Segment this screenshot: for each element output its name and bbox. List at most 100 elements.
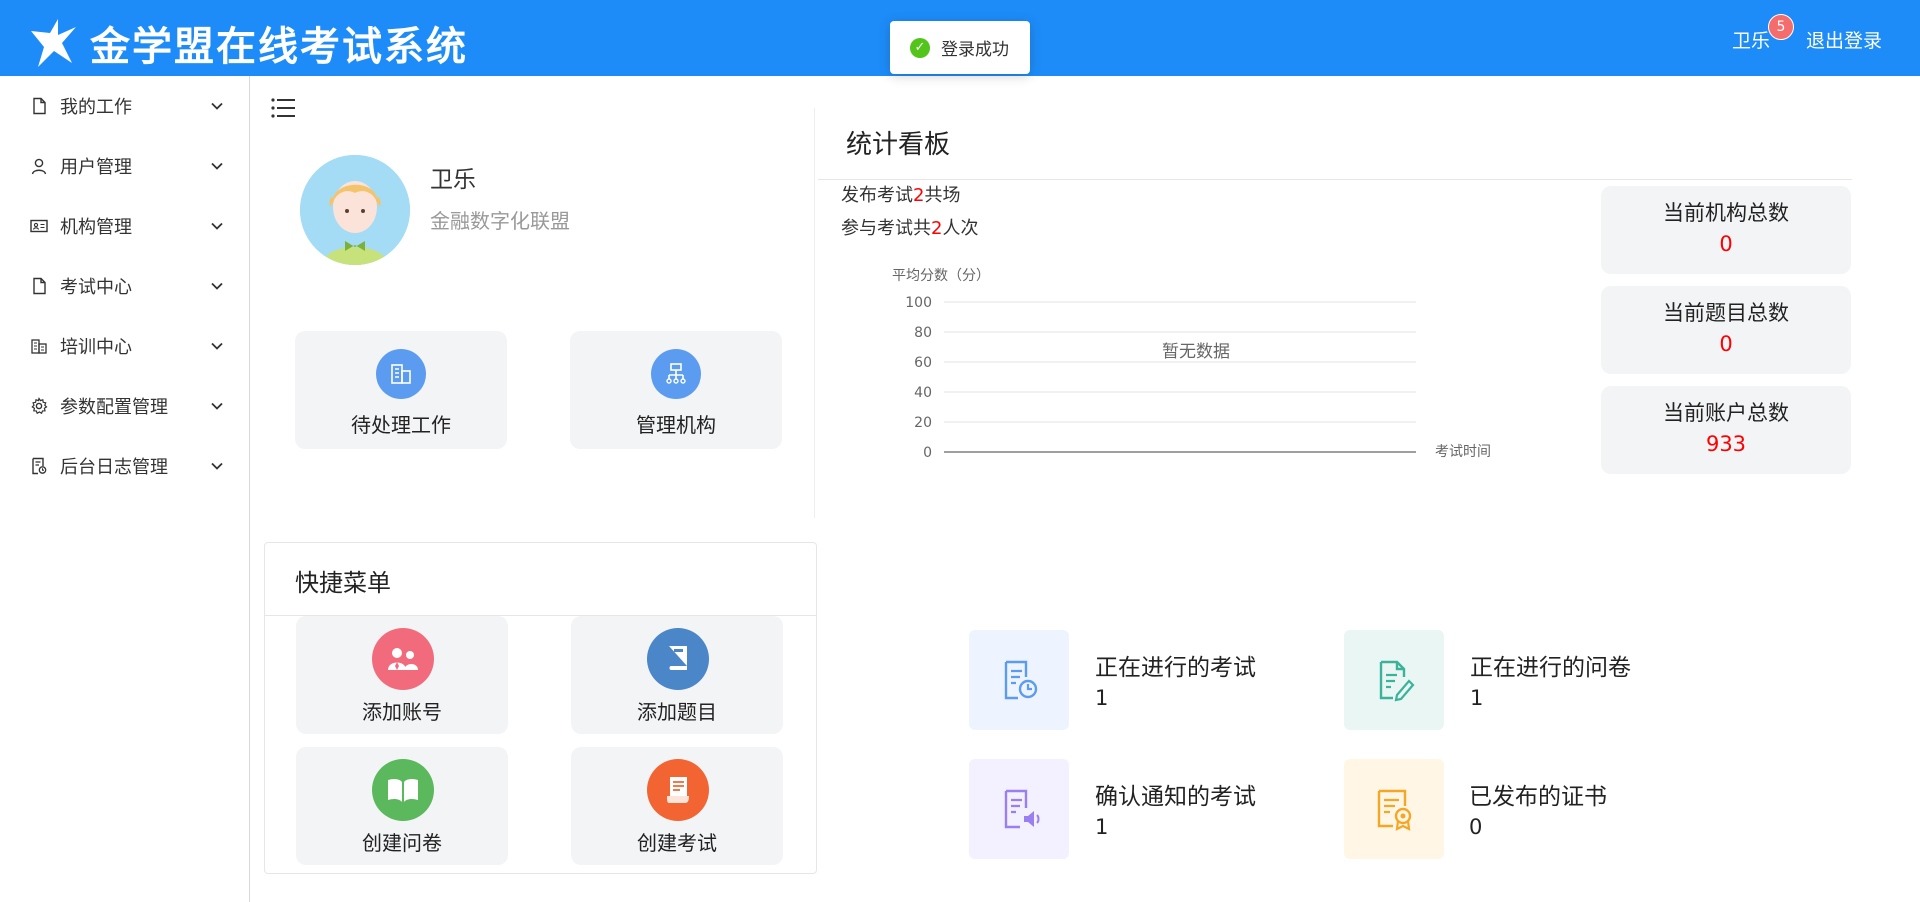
org-count-card: 当前机构总数 0 bbox=[1601, 186, 1851, 274]
user-area: 卫乐 5 退出登录 bbox=[1731, 14, 1882, 53]
check-circle-icon: ✓ bbox=[910, 37, 930, 58]
file-icon bbox=[33, 97, 46, 115]
chart-y-tick-label: 60 bbox=[914, 355, 932, 371]
sidebar-item-label: 参数配置管理 bbox=[60, 397, 168, 418]
stat-count: 2 bbox=[913, 185, 925, 206]
quick-menu-card: 快捷菜单 添加账号 添加题目 创建问卷 创建考试 bbox=[264, 542, 817, 874]
sidebar-item-org-management[interactable]: 机构管理 bbox=[0, 196, 250, 256]
logout-button[interactable]: 退出登录 bbox=[1806, 26, 1882, 53]
create-survey-button[interactable]: 创建问卷 bbox=[296, 747, 508, 865]
confirmed-exam-box[interactable] bbox=[969, 759, 1069, 859]
sidebar-item-my-work[interactable]: 我的工作 bbox=[0, 76, 250, 136]
stat-suffix: 人次 bbox=[942, 218, 979, 239]
user-icon bbox=[31, 158, 47, 175]
star-logo-icon bbox=[31, 19, 76, 67]
exam-clock-icon bbox=[1004, 660, 1038, 700]
stat-prefix: 发布考试 bbox=[841, 185, 913, 206]
status-value: 1 bbox=[1470, 686, 1484, 710]
add-question-button[interactable]: 添加题目 bbox=[571, 616, 783, 734]
pending-work-tile[interactable]: 待处理工作 bbox=[295, 331, 507, 449]
shortcut-label: 添加题目 bbox=[637, 700, 717, 724]
tile-label: 管理机构 bbox=[636, 413, 716, 437]
tile-label: 待处理工作 bbox=[351, 413, 451, 437]
add-account-button[interactable]: 添加账号 bbox=[296, 616, 508, 734]
gear-icon bbox=[31, 397, 48, 415]
account-count-card: 当前账户总数 933 bbox=[1601, 386, 1851, 474]
file-icon bbox=[33, 277, 46, 295]
profile-name: 卫乐 bbox=[430, 167, 476, 193]
chevron-down-icon bbox=[211, 282, 223, 290]
app-title: 金学盟在线考试系统 bbox=[90, 24, 468, 70]
chart-x-axis-label: 考试时间 bbox=[1435, 444, 1491, 460]
status-value: 0 bbox=[1469, 815, 1483, 839]
stat-prefix: 参与考试共 bbox=[841, 218, 931, 239]
shortcut-label: 创建考试 bbox=[637, 831, 717, 855]
chart-y-tick-label: 0 bbox=[923, 445, 932, 461]
certificate-icon bbox=[1377, 789, 1412, 831]
question-count-card: 当前题目总数 0 bbox=[1601, 286, 1851, 374]
sidebar-item-config-management[interactable]: 参数配置管理 bbox=[0, 376, 250, 436]
notification-badge: 5 bbox=[1767, 14, 1794, 40]
building-icon bbox=[31, 339, 47, 354]
manage-org-tile[interactable]: 管理机构 bbox=[570, 331, 782, 449]
shortcut-label: 添加账号 bbox=[362, 700, 442, 724]
published-certificate-box[interactable] bbox=[1344, 759, 1444, 859]
menu-toggle-icon[interactable] bbox=[271, 97, 295, 119]
chevron-down-icon bbox=[211, 462, 223, 470]
book-icon bbox=[647, 628, 709, 690]
sidebar-item-label: 机构管理 bbox=[60, 217, 132, 238]
scroll-icon bbox=[647, 759, 709, 821]
log-file-icon bbox=[32, 457, 47, 475]
chevron-down-icon bbox=[211, 162, 223, 170]
status-label: 已发布的证书 bbox=[1469, 784, 1607, 810]
stats-title: 统计看板 bbox=[846, 130, 951, 160]
sidebar-item-label: 用户管理 bbox=[60, 157, 132, 178]
sidebar-item-log-management[interactable]: 后台日志管理 bbox=[0, 436, 250, 496]
chart-y-tick-label: 40 bbox=[914, 385, 932, 401]
divider bbox=[818, 179, 1852, 180]
org-tree-icon bbox=[651, 349, 701, 399]
chart-y-axis-label: 平均分数（分） bbox=[892, 268, 990, 284]
ongoing-survey-box[interactable] bbox=[1344, 630, 1444, 730]
id-card-icon bbox=[30, 219, 48, 233]
app-logo[interactable]: 金学盟在线考试系统 bbox=[28, 14, 468, 72]
chart-y-tick-label: 100 bbox=[905, 295, 932, 311]
sidebar-item-label: 我的工作 bbox=[60, 97, 132, 118]
create-exam-button[interactable]: 创建考试 bbox=[571, 747, 783, 865]
sidebar-item-label: 考试中心 bbox=[60, 277, 132, 298]
user-name: 卫乐 bbox=[1731, 30, 1770, 52]
status-label: 正在进行的问卷 bbox=[1470, 655, 1631, 681]
chart-empty-text: 暂无数据 bbox=[1162, 342, 1230, 362]
user-name-link[interactable]: 卫乐 5 bbox=[1731, 14, 1794, 53]
avatar-illustration-icon bbox=[300, 155, 410, 265]
sidebar-item-label: 后台日志管理 bbox=[60, 457, 168, 478]
sidebar: 我的工作 用户管理 机构管理 考试中心 培训中心 参数配置管理 后台日志管理 bbox=[0, 76, 250, 902]
chart-y-tick-label: 80 bbox=[914, 325, 932, 341]
doc-edit-icon bbox=[1379, 660, 1415, 702]
exam-published-stat: 发布考试2共场 bbox=[841, 181, 960, 207]
average-score-chart: 平均分数（分） 100 80 60 40 20 0 暂无数据 考试时间 bbox=[892, 268, 1491, 461]
count-label: 当前机构总数 bbox=[1663, 201, 1789, 225]
chevron-down-icon bbox=[211, 402, 223, 410]
chevron-down-icon bbox=[211, 222, 223, 230]
sidebar-item-exam-center[interactable]: 考试中心 bbox=[0, 256, 250, 316]
status-value: 1 bbox=[1095, 686, 1109, 710]
building-icon bbox=[376, 349, 426, 399]
users-icon bbox=[372, 628, 434, 690]
status-label: 正在进行的考试 bbox=[1095, 655, 1256, 681]
count-value: 0 bbox=[1719, 332, 1733, 356]
shortcut-label: 创建问卷 bbox=[362, 831, 442, 855]
status-value: 1 bbox=[1095, 815, 1109, 839]
avatar bbox=[300, 155, 410, 265]
chart-y-tick-label: 20 bbox=[914, 415, 932, 431]
sidebar-item-user-management[interactable]: 用户管理 bbox=[0, 136, 250, 196]
quick-menu-title: 快捷菜单 bbox=[295, 569, 391, 597]
sidebar-item-training-center[interactable]: 培训中心 bbox=[0, 316, 250, 376]
count-value: 933 bbox=[1705, 432, 1747, 456]
stat-suffix: 共场 bbox=[924, 185, 961, 206]
status-label: 确认通知的考试 bbox=[1095, 784, 1256, 810]
stat-count: 2 bbox=[931, 218, 943, 239]
login-success-toast: ✓ 登录成功 bbox=[890, 21, 1030, 74]
count-label: 当前题目总数 bbox=[1663, 301, 1789, 325]
ongoing-exam-box[interactable] bbox=[969, 630, 1069, 730]
